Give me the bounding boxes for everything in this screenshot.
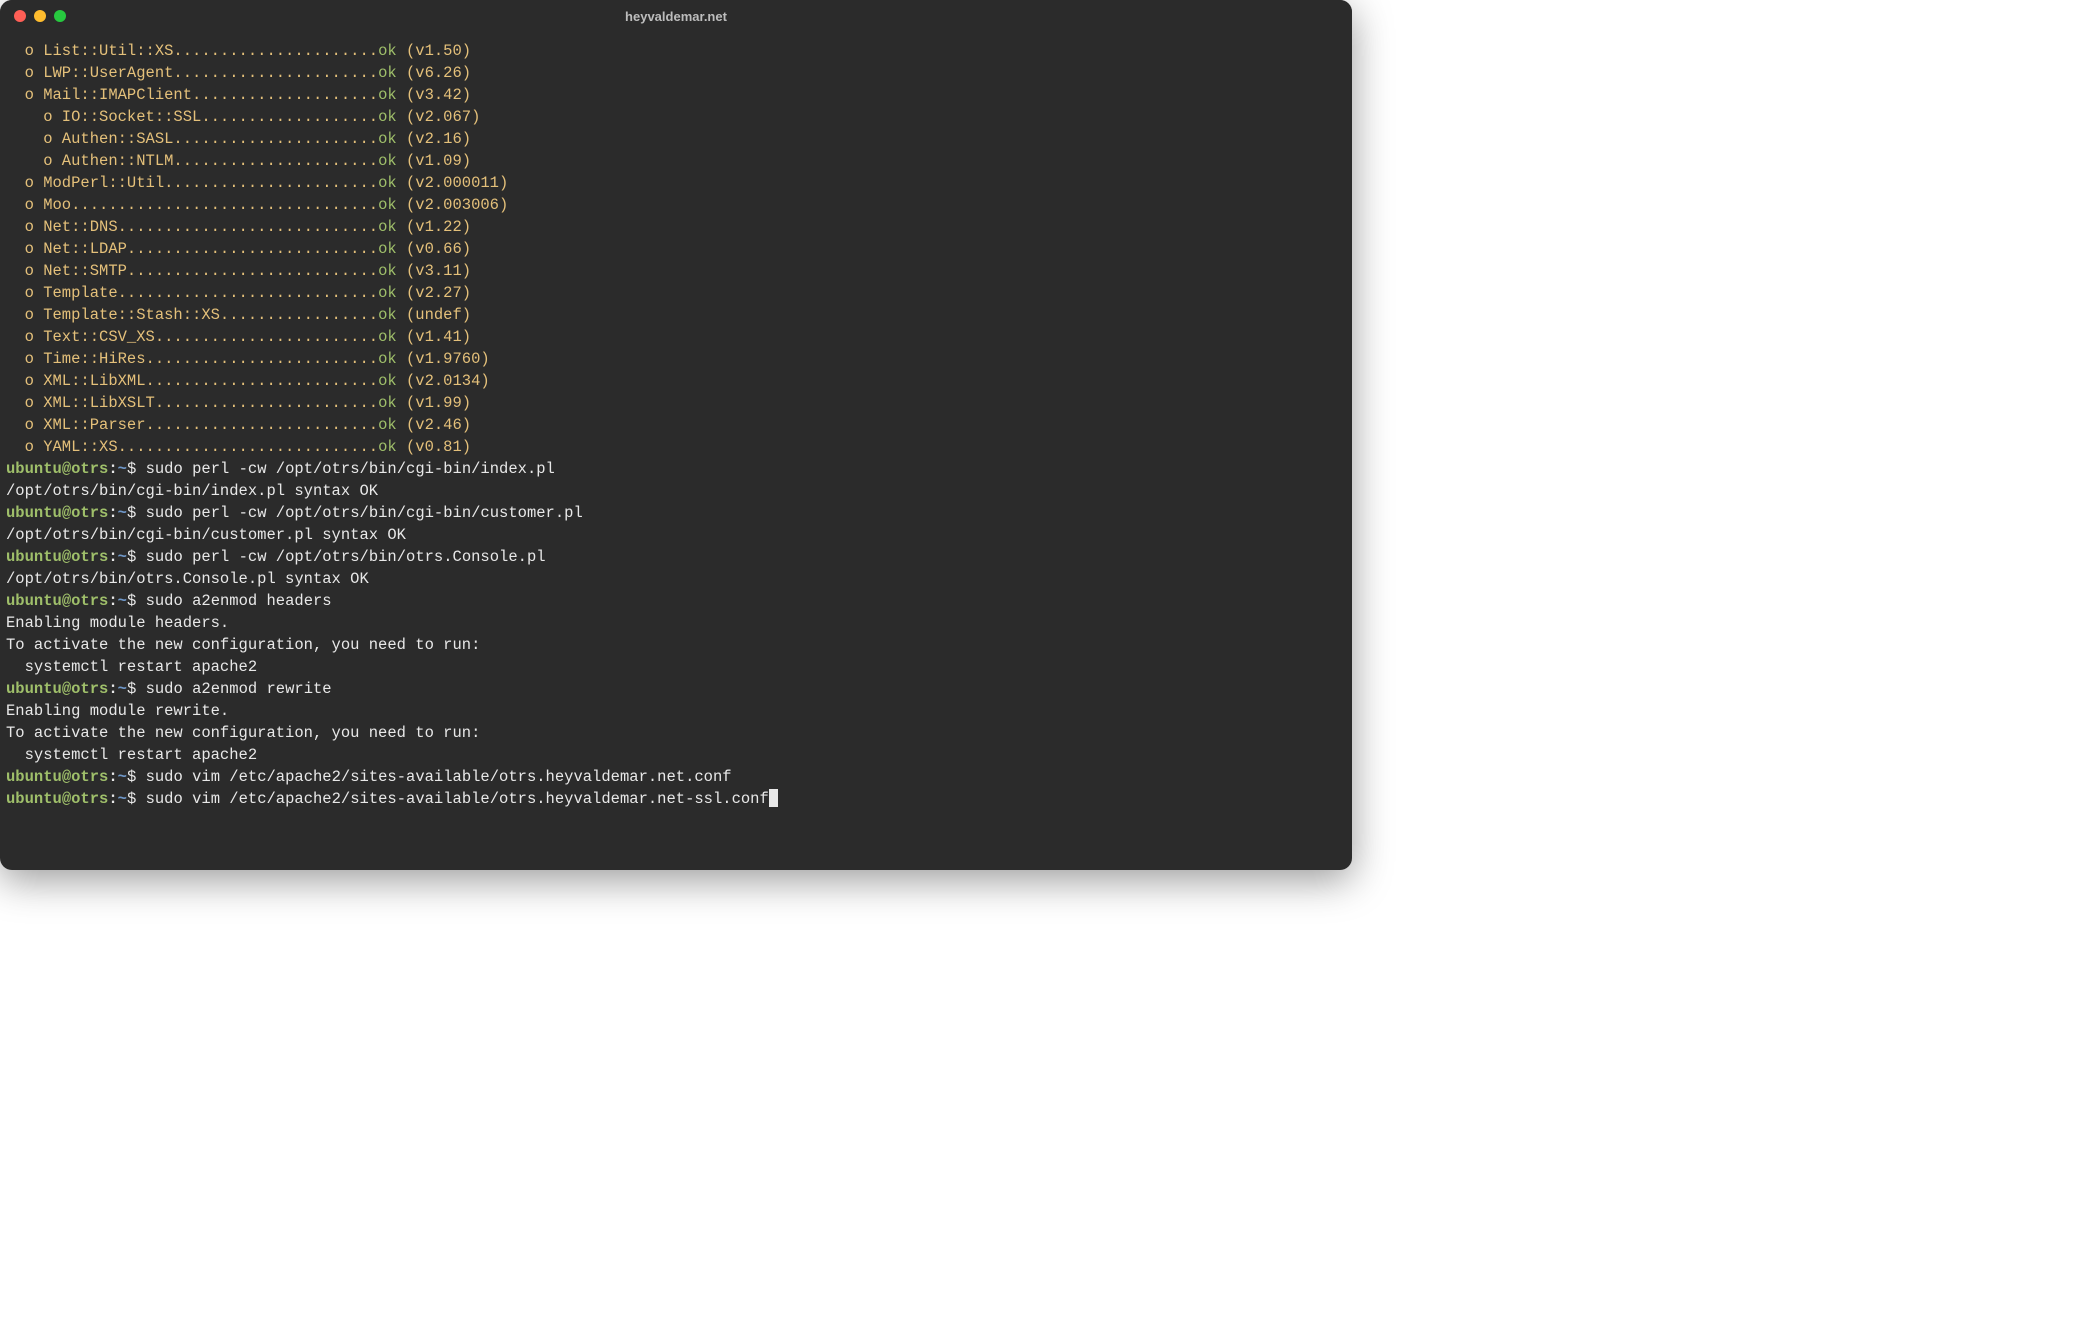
output-line: systemctl restart apache2 — [6, 656, 1346, 678]
module-line: o Net::LDAP...........................ok… — [6, 238, 1346, 260]
module-line: o Moo.................................ok… — [6, 194, 1346, 216]
module-line: o Template............................ok… — [6, 282, 1346, 304]
module-line: o Time::HiRes.........................ok… — [6, 348, 1346, 370]
output-line: systemctl restart apache2 — [6, 744, 1346, 766]
module-line: o Net::DNS............................ok… — [6, 216, 1346, 238]
prompt-line: ubuntu@otrs:~$ sudo perl -cw /opt/otrs/b… — [6, 458, 1346, 480]
prompt-line: ubuntu@otrs:~$ sudo perl -cw /opt/otrs/b… — [6, 546, 1346, 568]
cursor — [769, 789, 778, 807]
prompt-line: ubuntu@otrs:~$ sudo perl -cw /opt/otrs/b… — [6, 502, 1346, 524]
module-line: o LWP::UserAgent......................ok… — [6, 62, 1346, 84]
output-line: Enabling module headers. — [6, 612, 1346, 634]
module-line: o Mail::IMAPClient....................ok… — [6, 84, 1346, 106]
prompt-line: ubuntu@otrs:~$ sudo vim /etc/apache2/sit… — [6, 766, 1346, 788]
output-line: To activate the new configuration, you n… — [6, 634, 1346, 656]
module-line: o YAML::XS............................ok… — [6, 436, 1346, 458]
window-controls — [0, 10, 66, 22]
module-line: o Template::Stash::XS.................ok… — [6, 304, 1346, 326]
output-line: /opt/otrs/bin/cgi-bin/index.pl syntax OK — [6, 480, 1346, 502]
terminal-window: heyvaldemar.net o List::Util::XS........… — [0, 0, 1352, 870]
minimize-icon[interactable] — [34, 10, 46, 22]
module-line: o Authen::NTLM......................ok (… — [6, 150, 1346, 172]
module-line: o Net::SMTP...........................ok… — [6, 260, 1346, 282]
prompt-line: ubuntu@otrs:~$ sudo a2enmod headers — [6, 590, 1346, 612]
output-line: /opt/otrs/bin/cgi-bin/customer.pl syntax… — [6, 524, 1346, 546]
module-line: o XML::LibXML.........................ok… — [6, 370, 1346, 392]
output-line: /opt/otrs/bin/otrs.Console.pl syntax OK — [6, 568, 1346, 590]
close-icon[interactable] — [14, 10, 26, 22]
module-line: o List::Util::XS......................ok… — [6, 40, 1346, 62]
terminal-content[interactable]: o List::Util::XS......................ok… — [0, 32, 1352, 870]
module-line: o XML::LibXSLT........................ok… — [6, 392, 1346, 414]
window-title: heyvaldemar.net — [0, 9, 1352, 24]
module-line: o ModPerl::Util.......................ok… — [6, 172, 1346, 194]
output-line: Enabling module rewrite. — [6, 700, 1346, 722]
prompt-line: ubuntu@otrs:~$ sudo vim /etc/apache2/sit… — [6, 788, 1346, 810]
prompt-line: ubuntu@otrs:~$ sudo a2enmod rewrite — [6, 678, 1346, 700]
module-line: o XML::Parser.........................ok… — [6, 414, 1346, 436]
module-line: o Text::CSV_XS........................ok… — [6, 326, 1346, 348]
module-line: o Authen::SASL......................ok (… — [6, 128, 1346, 150]
titlebar: heyvaldemar.net — [0, 0, 1352, 32]
module-line: o IO::Socket::SSL...................ok (… — [6, 106, 1346, 128]
output-line: To activate the new configuration, you n… — [6, 722, 1346, 744]
maximize-icon[interactable] — [54, 10, 66, 22]
